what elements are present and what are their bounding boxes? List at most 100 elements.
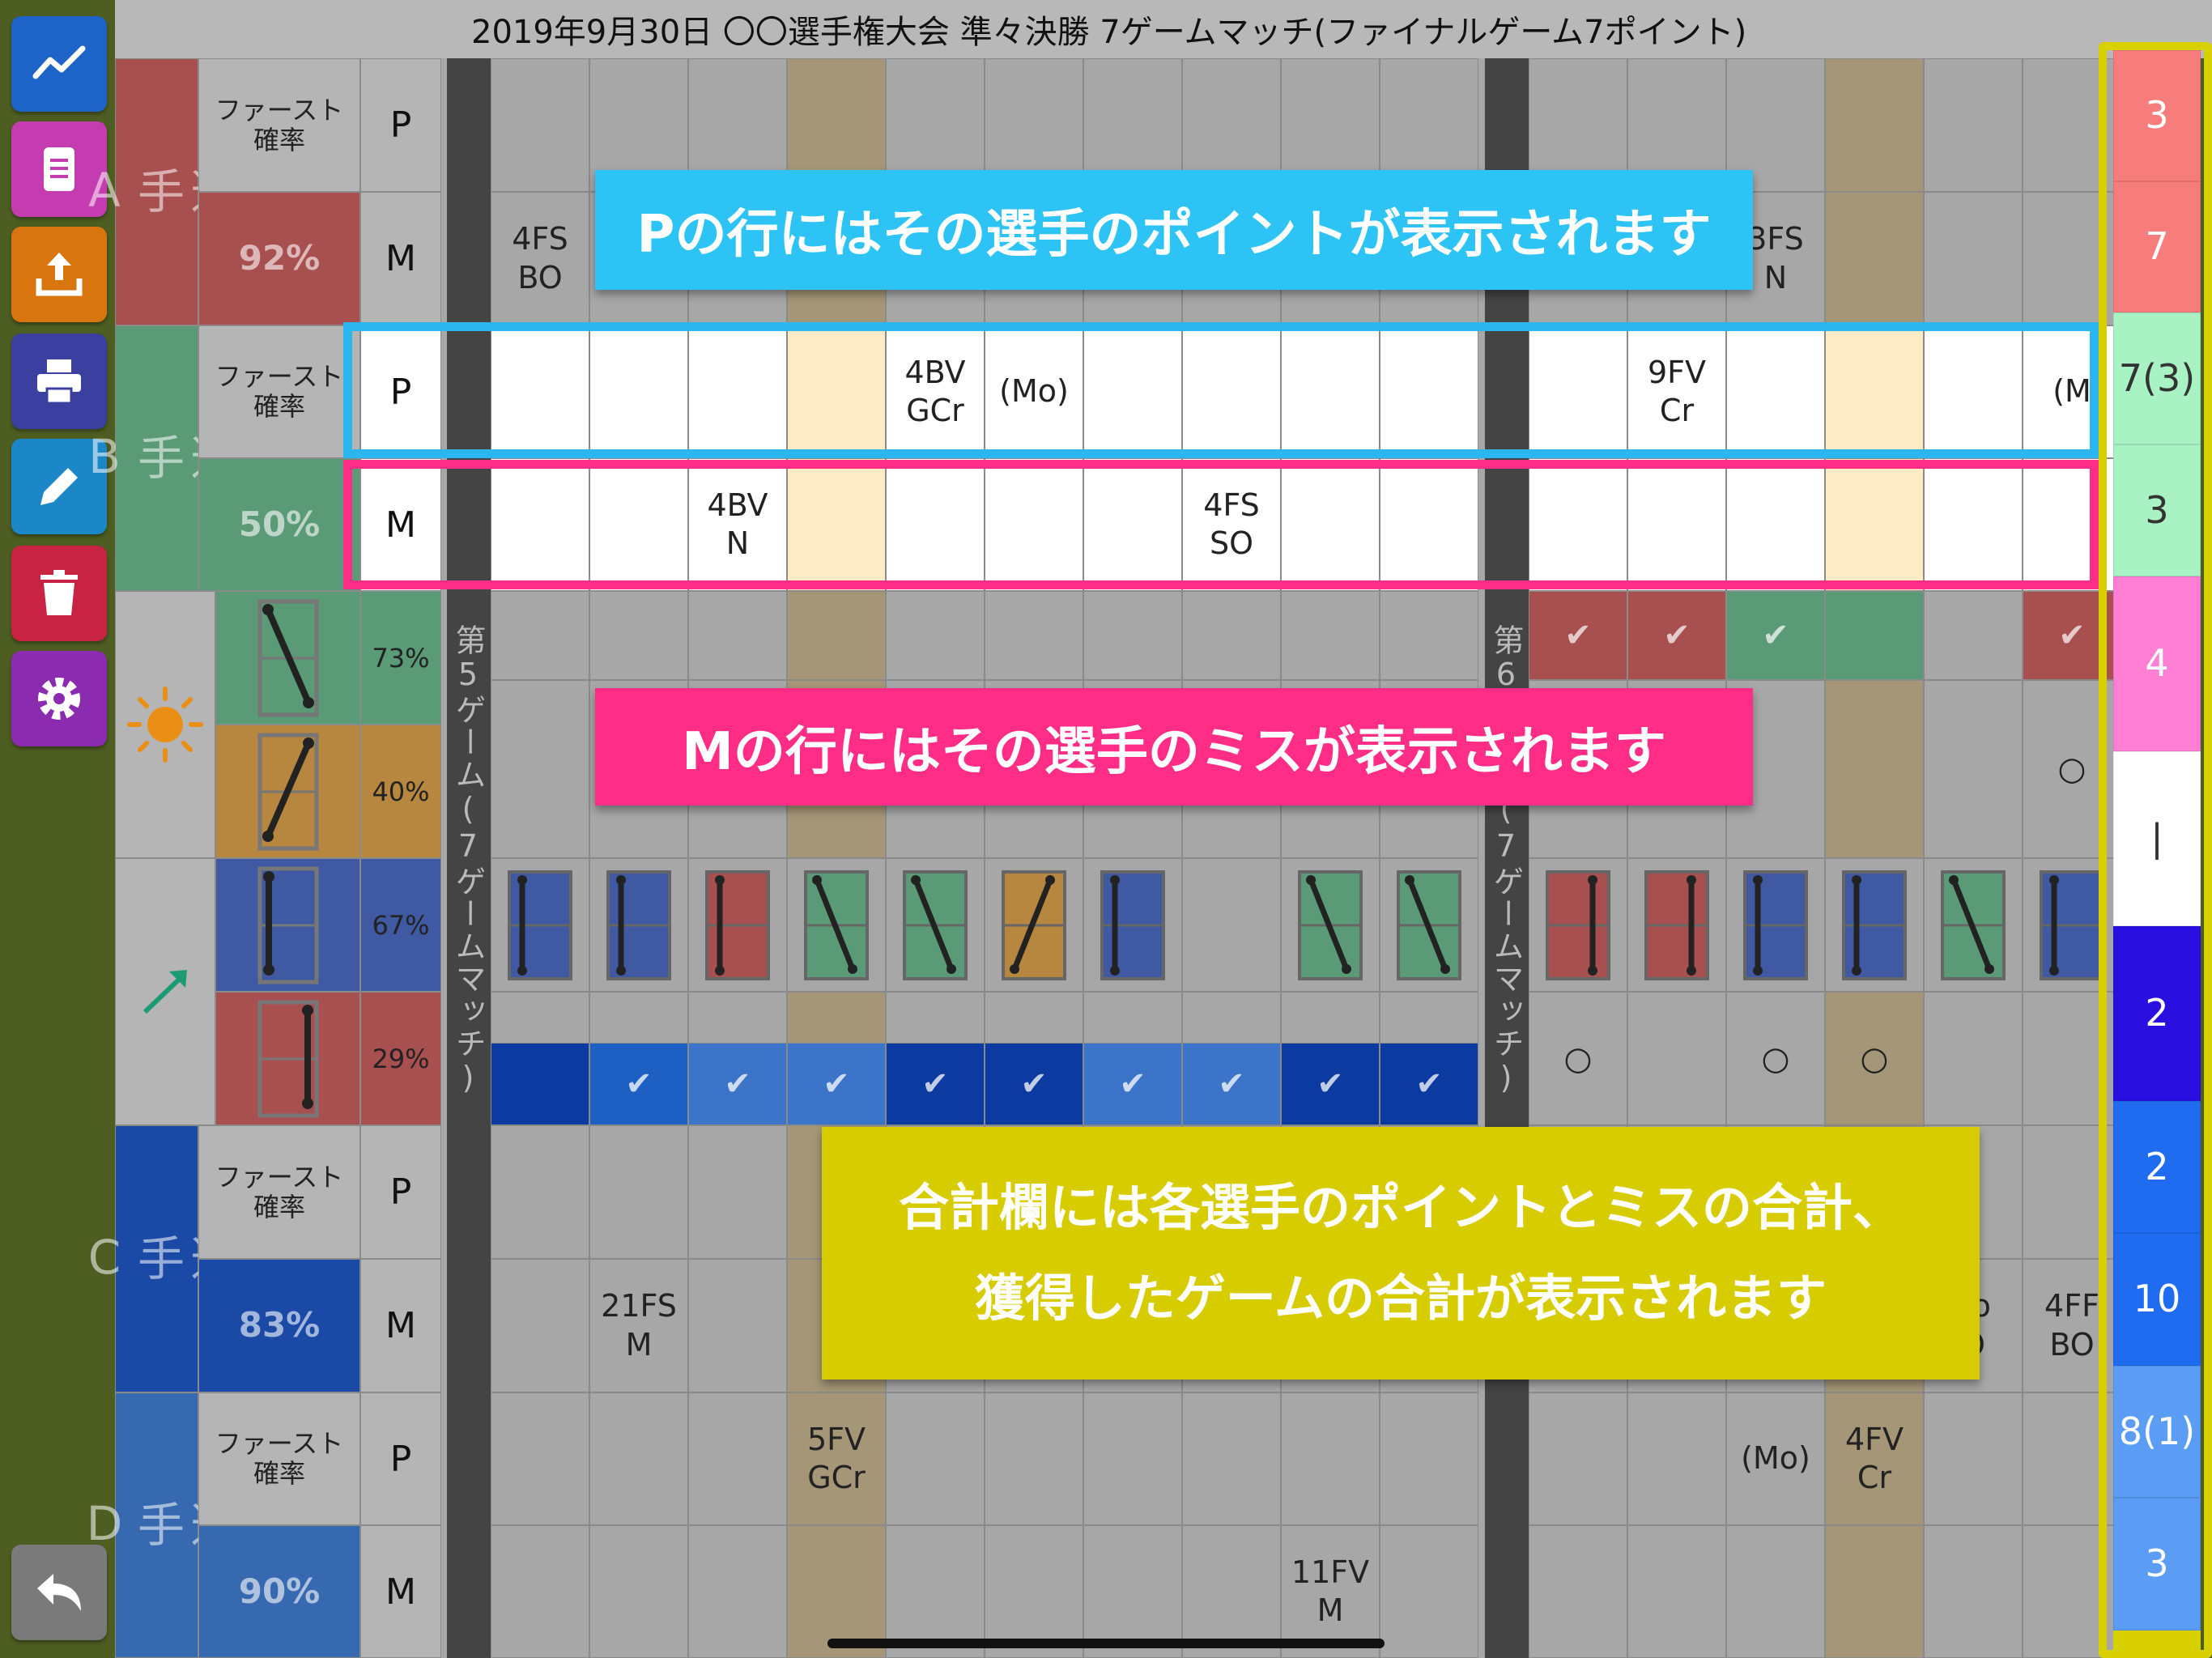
sun-cell[interactable]	[115, 591, 215, 858]
grid-cell[interactable]	[1380, 1392, 1478, 1525]
grid-cell[interactable]	[1627, 1525, 1726, 1658]
grid-cell[interactable]	[491, 1125, 589, 1259]
grid-cell[interactable]	[1924, 325, 2023, 458]
grid-cell[interactable]: 4FS BO	[491, 192, 589, 325]
grid-cell[interactable]	[985, 858, 1083, 992]
grid-cell[interactable]: 4BV N	[688, 458, 787, 591]
grid-cell[interactable]: 9FV Cr	[1627, 325, 1726, 458]
grid-cell[interactable]	[886, 1392, 985, 1525]
grid-cell[interactable]	[491, 458, 589, 591]
grid-cell[interactable]	[1924, 458, 2023, 591]
back-button[interactable]	[11, 1545, 107, 1640]
grid-cell[interactable]	[1825, 1525, 1924, 1658]
grid-cell[interactable]: ✔	[1627, 591, 1726, 680]
grid-cell[interactable]	[1825, 325, 1924, 458]
grid-cell[interactable]	[1924, 58, 2023, 192]
grid-cell[interactable]: (M	[2023, 325, 2121, 458]
grid-cell[interactable]	[589, 1392, 688, 1525]
grid-cell[interactable]	[1627, 858, 1726, 992]
grid-cell[interactable]: ✔	[1726, 591, 1825, 680]
grid-cell[interactable]	[1825, 591, 1924, 680]
grid-cell[interactable]	[688, 591, 787, 680]
grid-cell[interactable]	[1529, 458, 1627, 591]
check-cell[interactable]: ✔	[1380, 1043, 1478, 1125]
grid-cell[interactable]: ○	[1825, 992, 1924, 1125]
grid-cell[interactable]	[589, 325, 688, 458]
grid-cell[interactable]	[1182, 591, 1281, 680]
grid-cell[interactable]	[1924, 680, 2023, 858]
grid-cell[interactable]	[589, 458, 688, 591]
grid-cell[interactable]	[491, 58, 589, 192]
grid-cell[interactable]	[2023, 192, 2121, 325]
grid-cell[interactable]	[1924, 1392, 2023, 1525]
grid-cell[interactable]	[1924, 192, 2023, 325]
grid-cell[interactable]: ○	[2023, 680, 2121, 858]
grid-cell[interactable]	[491, 1525, 589, 1658]
grid-cell[interactable]	[491, 680, 589, 858]
grid-cell[interactable]	[1083, 458, 1182, 591]
grid-cell[interactable]	[1726, 458, 1825, 591]
check-cell[interactable]: ✔	[1083, 1043, 1182, 1125]
grid-cell[interactable]	[1924, 591, 2023, 680]
grid-cell[interactable]	[1529, 325, 1627, 458]
grid-cell[interactable]	[1281, 1392, 1380, 1525]
grid-cell[interactable]	[1182, 858, 1281, 992]
grid-cell[interactable]: ✔	[1529, 591, 1627, 680]
grid-cell[interactable]	[886, 858, 985, 992]
grid-cell[interactable]	[2023, 858, 2121, 992]
grid-cell[interactable]	[1281, 858, 1380, 992]
grid-cell[interactable]	[1726, 325, 1825, 458]
grid-cell[interactable]	[1924, 1525, 2023, 1658]
grid-cell[interactable]	[589, 858, 688, 992]
grid-cell[interactable]: (Mo)	[1726, 1392, 1825, 1525]
grid-cell[interactable]: 4FV Cr	[1825, 1392, 1924, 1525]
grid-cell[interactable]	[1627, 1392, 1726, 1525]
grid-cell[interactable]	[589, 591, 688, 680]
grid-cell[interactable]	[491, 325, 589, 458]
grid-cell[interactable]	[688, 858, 787, 992]
grid-cell[interactable]	[1627, 458, 1726, 591]
grid-cell[interactable]	[1182, 325, 1281, 458]
check-cell[interactable]: ✔	[787, 1043, 886, 1125]
grid-cell[interactable]	[1083, 591, 1182, 680]
trend-cell[interactable]	[115, 858, 215, 1125]
grid-cell[interactable]	[1924, 858, 2023, 992]
grid-cell[interactable]	[1380, 458, 1478, 591]
grid-cell[interactable]: 5FV GCr	[787, 1392, 886, 1525]
grid-cell[interactable]	[1529, 858, 1627, 992]
grid-cell[interactable]	[1627, 992, 1726, 1125]
grid-cell[interactable]: ○	[1529, 992, 1627, 1125]
grid-cell[interactable]	[1083, 325, 1182, 458]
check-cell[interactable]	[491, 1043, 589, 1125]
grid-cell[interactable]	[589, 1525, 688, 1658]
grid-cell[interactable]	[688, 325, 787, 458]
grid-cell[interactable]: 4BV GCr	[886, 325, 985, 458]
grid-cell[interactable]	[491, 591, 589, 680]
grid-cell[interactable]	[1529, 1392, 1627, 1525]
grid-cell[interactable]	[2023, 1525, 2121, 1658]
grid-cell[interactable]	[1529, 1525, 1627, 1658]
grid-cell[interactable]	[688, 1392, 787, 1525]
grid-cell[interactable]	[1380, 858, 1478, 992]
grid-cell[interactable]: (Mo)	[985, 325, 1083, 458]
chart-button[interactable]	[11, 16, 107, 112]
grid-cell[interactable]	[1083, 1392, 1182, 1525]
grid-cell[interactable]	[2023, 1392, 2121, 1525]
grid-cell[interactable]	[2023, 1125, 2121, 1259]
grid-cell[interactable]	[985, 1392, 1083, 1525]
grid-cell[interactable]: 4FF BO	[2023, 1259, 2121, 1392]
grid-cell[interactable]: ○	[1726, 992, 1825, 1125]
grid-cell[interactable]	[2023, 992, 2121, 1125]
grid-cell[interactable]	[1380, 591, 1478, 680]
grid-cell[interactable]	[688, 1125, 787, 1259]
grid-cell[interactable]: ✔	[2023, 591, 2121, 680]
grid-cell[interactable]	[688, 1525, 787, 1658]
grid-cell[interactable]	[1182, 1392, 1281, 1525]
check-cell[interactable]: ✔	[886, 1043, 985, 1125]
check-cell[interactable]: ✔	[985, 1043, 1083, 1125]
grid-cell[interactable]	[886, 458, 985, 591]
settings-button[interactable]	[11, 651, 107, 746]
grid-cell[interactable]	[1083, 858, 1182, 992]
grid-cell[interactable]	[1281, 325, 1380, 458]
grid-cell[interactable]	[491, 1259, 589, 1392]
